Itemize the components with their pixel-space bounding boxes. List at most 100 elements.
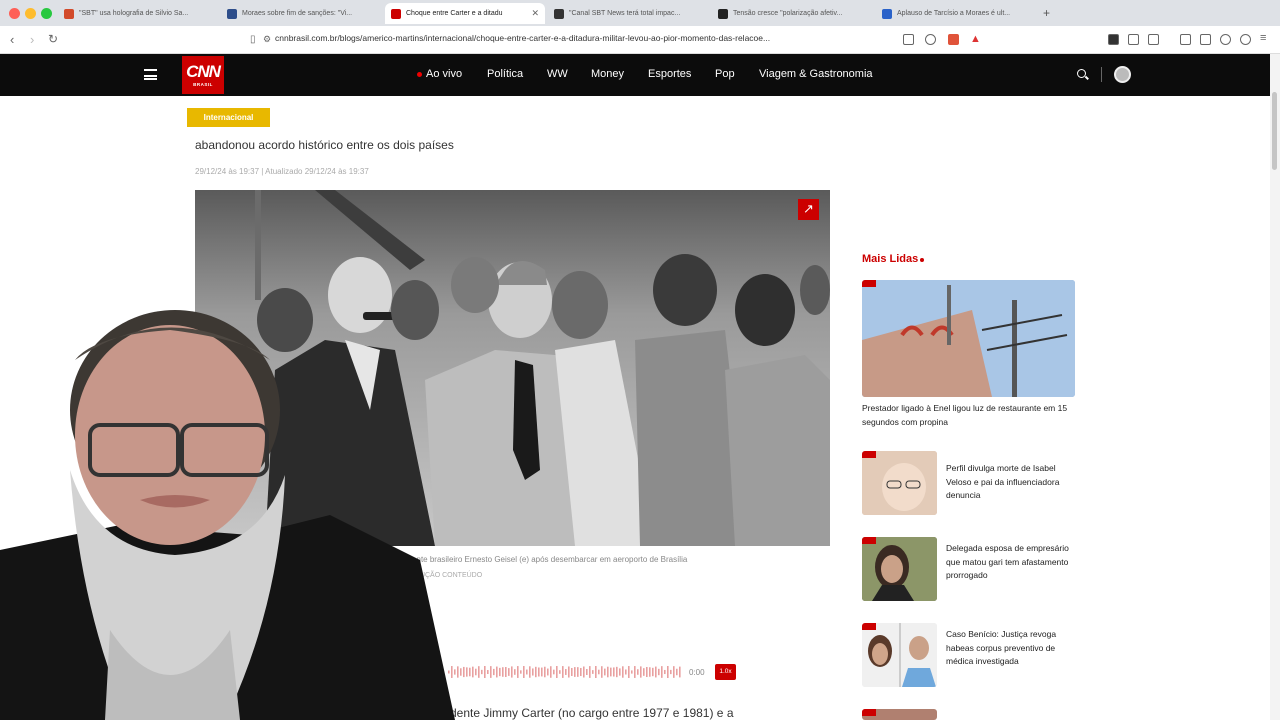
sidebar-toggle-icon[interactable] (1180, 34, 1191, 45)
tab-title: "Canal SBT News terá total impac... (569, 10, 681, 17)
thumbnail-corner-badge (862, 537, 876, 544)
waveform-bar (466, 667, 468, 677)
extension-icon[interactable] (1108, 34, 1119, 45)
cnn-brasil-logo[interactable]: CNN BRASIL (182, 56, 224, 94)
bookmark-icon[interactable]: ▯ (250, 34, 256, 45)
sbt-news-favicon-icon (554, 8, 564, 19)
reader-icon[interactable] (903, 34, 914, 45)
maximize-window-button[interactable] (41, 8, 52, 19)
waveform-bar (556, 666, 558, 678)
browser-tab[interactable]: Moraes sobre fim de sanções: "Vi... (221, 3, 381, 24)
browser-tab[interactable]: "SBT" usa holografia de Silvio Sa... (58, 3, 218, 24)
brave-shield-icon[interactable] (948, 34, 959, 45)
waveform-bar (550, 666, 552, 678)
forward-arrow-icon[interactable]: › (30, 32, 34, 47)
waveform-bar (607, 666, 609, 678)
most-read-title[interactable]: Prestador ligado à Enel ligou luz de res… (862, 402, 1077, 429)
search-icon[interactable] (1077, 69, 1086, 78)
waveform-bar (535, 666, 537, 678)
divider (1101, 67, 1102, 82)
menu-icon[interactable]: ≡ (1260, 32, 1266, 44)
nav-pop[interactable]: Pop (715, 68, 735, 80)
nav-viagem-gastronomia[interactable]: Viagem & Gastronomia (759, 68, 873, 80)
waveform-bar (562, 666, 564, 678)
browser-tab-active[interactable]: Choque entre Carter e a ditadu ✕ (385, 3, 545, 24)
user-account-icon[interactable] (1114, 66, 1131, 83)
browser-tab-strip: "SBT" usa holografia de Silvio Sa... Mor… (0, 0, 1280, 26)
waveform-bar (499, 667, 501, 677)
waveform-bar (490, 666, 492, 678)
waveform-bar (622, 666, 624, 678)
extension-icon[interactable] (1148, 34, 1159, 45)
waveform-bar (586, 669, 588, 675)
close-tab-icon[interactable]: ✕ (531, 8, 539, 19)
waveform-bar (658, 668, 660, 676)
waveform-bar (601, 666, 603, 678)
live-dot-icon (417, 71, 422, 77)
nav-esportes[interactable]: Esportes (648, 68, 691, 80)
site-info-icon[interactable]: ⚙ (263, 34, 271, 45)
audio-speed-button[interactable]: 1.0x (715, 664, 736, 680)
nav-money[interactable]: Money (591, 68, 624, 80)
waveform-bar (532, 668, 534, 676)
close-window-button[interactable] (9, 8, 20, 19)
most-read-thumbnail[interactable] (862, 280, 1075, 397)
most-read-thumbnail[interactable] (862, 451, 937, 515)
waveform-bar (472, 666, 474, 678)
browser-tab[interactable]: "Canal SBT News terá total impac... (548, 3, 708, 24)
nav-ao-vivo[interactable]: Ao vivo (417, 68, 462, 80)
waveform-bar (604, 668, 606, 676)
waveform-bar (514, 669, 516, 675)
back-arrow-icon[interactable]: ‹ (10, 32, 14, 47)
scrollbar-thumb[interactable] (1272, 92, 1277, 170)
most-read-thumbnail[interactable] (862, 709, 937, 720)
extension-icon[interactable] (1128, 34, 1139, 45)
power-pole-illustration (862, 280, 1075, 397)
minimize-window-button[interactable] (25, 8, 36, 19)
waveform-bar (538, 667, 540, 677)
waveform-bar (580, 667, 582, 677)
waveform-bar (679, 666, 681, 678)
nav-politica[interactable]: Política (487, 68, 523, 80)
woman-portrait-illustration (862, 537, 937, 601)
browser-tab[interactable]: Tensão cresce "polarização afetiv... (712, 3, 872, 24)
waveform-bar (646, 666, 648, 678)
most-read-title[interactable]: Caso Benício: Justiça revoga habeas corp… (946, 628, 1071, 669)
most-read-title[interactable]: Delegada esposa de empresário que matou … (946, 542, 1071, 583)
waveform-bar (484, 666, 486, 678)
waveform-bar (595, 666, 597, 678)
nav-ww[interactable]: WW (547, 68, 568, 80)
audio-waveform[interactable] (448, 665, 683, 679)
share-icon[interactable] (925, 34, 936, 45)
tab-title: Tensão cresce "polarização afetiv... (733, 10, 843, 17)
tab-title: "SBT" usa holografia de Silvio Sa... (79, 10, 189, 17)
expand-arrow-icon[interactable]: ↗ (798, 199, 819, 220)
thumbnail-corner-badge (862, 709, 876, 716)
profile-icon[interactable] (1240, 34, 1251, 45)
waveform-bar (613, 667, 615, 677)
waveform-bar (478, 666, 480, 678)
new-tab-icon[interactable]: + (1043, 6, 1050, 20)
extension-icon[interactable] (1220, 34, 1231, 45)
hamburger-menu-icon[interactable] (144, 69, 157, 80)
browser-tab[interactable]: Aplauso de Tarcísio a Moraes é ult... (876, 3, 1036, 24)
most-read-title[interactable]: Perfil divulga morte de Isabel Veloso e … (946, 462, 1071, 503)
reload-icon[interactable]: ↻ (48, 32, 58, 46)
alert-triangle-icon[interactable]: ▲ (970, 33, 981, 45)
most-read-thumbnail[interactable] (862, 537, 937, 601)
tab-title: Aplauso de Tarcísio a Moraes é ult... (897, 10, 1011, 17)
section-badge[interactable]: Internacional (187, 108, 270, 127)
waveform-bar (541, 667, 543, 677)
waveform-bar (616, 666, 618, 678)
tab-title: Moraes sobre fim de sanções: "Vi... (242, 10, 353, 17)
waveform-bar (547, 668, 549, 676)
waveform-bar (511, 666, 513, 678)
wallet-icon[interactable] (1200, 34, 1211, 45)
waveform-bar (673, 666, 675, 678)
news-favicon-icon (882, 8, 892, 19)
most-read-thumbnail[interactable] (862, 623, 937, 687)
most-read-label: Mais Lidas (862, 253, 919, 265)
waveform-bar (676, 668, 678, 676)
waveform-bar (559, 670, 561, 674)
address-bar-url[interactable]: cnnbrasil.com.br/blogs/americo-martins/i… (275, 33, 770, 43)
